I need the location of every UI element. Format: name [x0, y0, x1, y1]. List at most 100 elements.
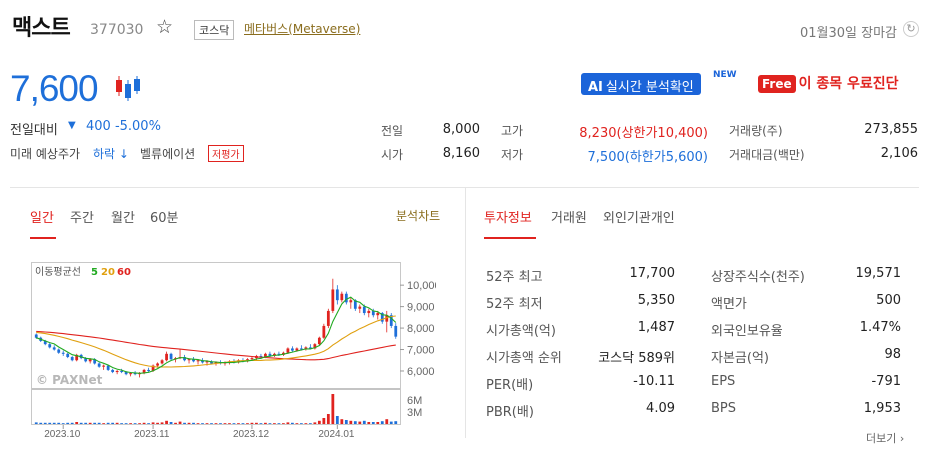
volume-bar: [241, 423, 245, 424]
volume-bar: [344, 420, 348, 424]
y-tick-label: 10,000: [407, 280, 436, 292]
volume-bar: [277, 423, 281, 424]
volume-bar: [75, 422, 79, 424]
price-chart[interactable]: 10,0009,0008,0007,0006,0006M3M2023.10202…: [30, 260, 436, 442]
volume-bar: [358, 421, 362, 424]
candle-body: [367, 310, 371, 314]
volume-bar: [66, 422, 70, 424]
info-value: 코스닥 589위: [598, 351, 675, 366]
x-tick-label: 2023.11: [134, 429, 170, 440]
stock-code: 377030: [90, 22, 144, 38]
tab-active-underline: [484, 237, 536, 239]
candle-body: [129, 373, 133, 375]
volume-bar: [196, 423, 200, 424]
candle-body: [48, 344, 52, 348]
paxnet-watermark: © PAXNet: [36, 373, 103, 387]
volume-tick-label: 3M: [407, 407, 422, 419]
volume-bar: [124, 423, 128, 424]
volume-bar: [259, 423, 263, 424]
summary-label-amount: 거래대금(백만): [729, 148, 805, 162]
future-price-value[interactable]: 하락 ↓: [93, 145, 129, 162]
tab-brokers[interactable]: 거래원: [551, 207, 587, 226]
volume-bar: [340, 419, 344, 424]
info-label: 액면가: [711, 297, 747, 312]
candlestick-icon[interactable]: [114, 74, 142, 102]
y-tick-label: 9,000: [407, 302, 435, 314]
volume-bar: [331, 394, 335, 424]
candle-body: [165, 353, 168, 361]
chart-frame: [31, 262, 401, 425]
future-price-label: 미래 예상주가: [10, 147, 81, 161]
volume-bar: [255, 422, 258, 424]
volume-bar: [169, 422, 173, 424]
volume-bar: [160, 422, 164, 424]
ma-legend-20: 20: [101, 267, 115, 278]
candle-body: [111, 369, 115, 373]
info-value: -10.11: [633, 374, 675, 389]
volume-bar: [61, 423, 65, 424]
candle-body: [376, 313, 380, 316]
more-link[interactable]: 더보기 ›: [866, 430, 904, 446]
candle-body: [34, 334, 38, 338]
refresh-icon[interactable]: ↻: [903, 21, 919, 37]
tab-foreign-institution[interactable]: 외인기관개인: [603, 207, 675, 226]
info-value: -791: [871, 374, 901, 389]
valuation-badge[interactable]: 저평가: [208, 145, 244, 162]
volume-bar: [192, 422, 195, 424]
stock-name: 맥스트: [12, 16, 71, 41]
volume-bar: [97, 422, 101, 424]
volume-bar: [385, 419, 389, 424]
y-tick-label: 6,000: [407, 366, 435, 378]
ai-prefix: AI: [588, 80, 603, 95]
candle-body: [169, 353, 173, 360]
volume-bar: [210, 423, 213, 424]
volume-bar: [308, 423, 312, 424]
panel-divider: [465, 188, 466, 438]
summary-label-high: 고가: [501, 124, 524, 138]
info-label: PER(배): [486, 378, 534, 393]
volume-bar: [335, 416, 339, 424]
volume-bar: [313, 422, 317, 424]
theme-link[interactable]: 메타버스(Metaverse): [244, 20, 360, 37]
candle-body: [115, 370, 119, 373]
volume-bar: [142, 422, 146, 424]
new-badge: NEW: [713, 70, 737, 80]
volume-bar: [228, 423, 231, 424]
analysis-chart-link[interactable]: 분석차트: [396, 207, 440, 224]
volume-bar: [156, 422, 159, 424]
summary-value-high: 8,230(상한가10,400): [579, 126, 708, 141]
candle-body: [358, 306, 362, 309]
tab-60min[interactable]: 60분: [150, 207, 179, 226]
tab-investment-info[interactable]: 투자정보: [484, 207, 532, 226]
ma-legend-60: 60: [117, 267, 131, 278]
candle-body: [120, 370, 124, 373]
change-label: 전일대비: [10, 123, 58, 138]
volume-bar: [205, 423, 209, 424]
volume-bar: [102, 423, 106, 424]
volume-bar: [237, 423, 240, 424]
favorite-star-icon[interactable]: ☆: [156, 16, 173, 38]
volume-bar: [389, 421, 393, 424]
volume-bar: [380, 421, 384, 424]
candle-body: [160, 360, 164, 364]
tab-daily[interactable]: 일간: [30, 207, 54, 226]
summary-label-prev: 전일: [381, 124, 404, 138]
tab-monthly[interactable]: 월간: [111, 207, 135, 226]
volume-bar: [304, 423, 308, 424]
candle-body: [88, 359, 92, 362]
info-value: 5,350: [637, 293, 675, 308]
summary-label-open: 시가: [381, 148, 404, 162]
summary-label-low: 저가: [501, 148, 524, 162]
tab-weekly[interactable]: 주간: [70, 207, 94, 226]
volume-bar: [273, 423, 276, 424]
x-tick-label: 2024.01: [318, 429, 355, 440]
ai-analysis-button[interactable]: AI 실시간 분석확인: [581, 73, 701, 95]
volume-bar: [52, 422, 56, 424]
free-diagnosis-button[interactable]: Free 이 종목 우료진단: [758, 73, 899, 93]
candle-body: [317, 337, 321, 345]
candle-body: [102, 365, 106, 367]
volume-bar: [349, 420, 353, 424]
candle-body: [52, 347, 56, 350]
info-value: 98: [884, 347, 901, 362]
volume-bar: [174, 422, 177, 424]
